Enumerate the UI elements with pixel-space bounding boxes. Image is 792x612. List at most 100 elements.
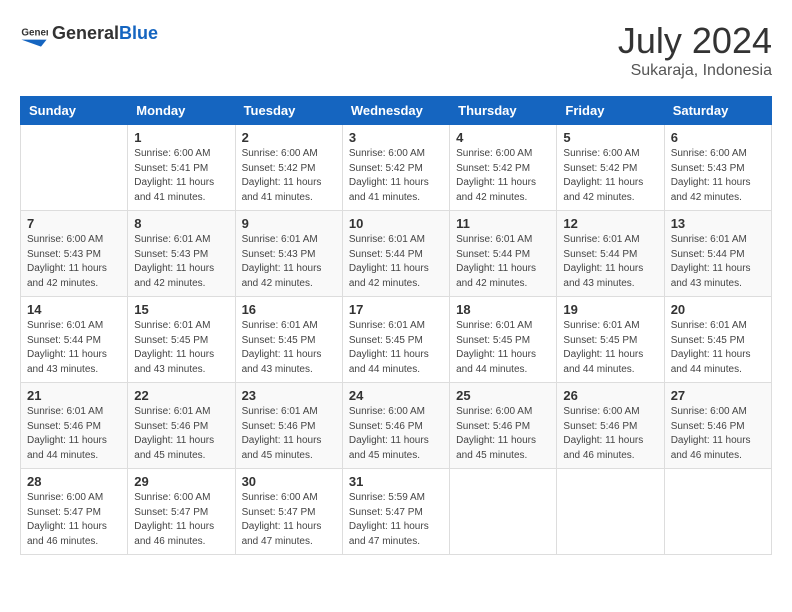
title-block: July 2024 Sukaraja, Indonesia — [618, 20, 772, 80]
calendar-cell: 3 Sunrise: 6:00 AMSunset: 5:42 PMDaylight… — [342, 125, 449, 211]
day-number: 6 — [671, 130, 765, 145]
day-number: 19 — [563, 302, 657, 317]
day-number: 16 — [242, 302, 336, 317]
calendar-week-row: 21 Sunrise: 6:01 AMSunset: 5:46 PMDayligh… — [21, 383, 772, 469]
day-info: Sunrise: 6:00 AMSunset: 5:41 PMDaylight:… — [134, 147, 228, 205]
weekday-header-saturday: Saturday — [664, 97, 771, 125]
day-info: Sunrise: 6:01 AMSunset: 5:46 PMDaylight:… — [242, 405, 336, 463]
day-info: Sunrise: 6:00 AMSunset: 5:47 PMDaylight:… — [242, 491, 336, 549]
calendar-cell — [557, 469, 664, 555]
calendar-cell — [21, 125, 128, 211]
calendar-cell: 20 Sunrise: 6:01 AMSunset: 5:45 PMDayligh… — [664, 297, 771, 383]
calendar-cell: 13Sunrise: 6:01 AMSunset: 5:44 PMDayligh… — [664, 211, 771, 297]
day-number: 27 — [671, 388, 765, 403]
day-number: 5 — [563, 130, 657, 145]
calendar-cell: 29 Sunrise: 6:00 AMSunset: 5:47 PMDayligh… — [128, 469, 235, 555]
calendar-week-row: 7Sunrise: 6:00 AMSunset: 5:43 PMDaylight… — [21, 211, 772, 297]
day-info: Sunrise: 6:00 AMSunset: 5:43 PMDaylight:… — [671, 147, 765, 205]
day-number: 2 — [242, 130, 336, 145]
day-info: Sunrise: 6:01 AMSunset: 5:44 PMDaylight:… — [563, 233, 657, 291]
day-info: Sunrise: 6:00 AMSunset: 5:46 PMDaylight:… — [349, 405, 443, 463]
calendar-cell: 12 Sunrise: 6:01 AMSunset: 5:44 PMDayligh… — [557, 211, 664, 297]
calendar-cell: 25 Sunrise: 6:00 AMSunset: 5:46 PMDayligh… — [450, 383, 557, 469]
day-number: 15 — [134, 302, 228, 317]
day-number: 21 — [27, 388, 121, 403]
svg-text:General: General — [21, 27, 48, 38]
calendar-week-row: 28 Sunrise: 6:00 AMSunset: 5:47 PMDayligh… — [21, 469, 772, 555]
day-number: 17 — [349, 302, 443, 317]
logo: General GeneralBlue — [20, 20, 158, 48]
calendar-cell: 26 Sunrise: 6:00 AMSunset: 5:46 PMDayligh… — [557, 383, 664, 469]
calendar-cell: 18 Sunrise: 6:01 AMSunset: 5:45 PMDayligh… — [450, 297, 557, 383]
weekday-header-sunday: Sunday — [21, 97, 128, 125]
day-number: 22 — [134, 388, 228, 403]
weekday-header-tuesday: Tuesday — [235, 97, 342, 125]
location-subtitle: Sukaraja, Indonesia — [618, 62, 772, 80]
calendar-cell: 16 Sunrise: 6:01 AMSunset: 5:45 PMDayligh… — [235, 297, 342, 383]
day-number: 4 — [456, 130, 550, 145]
day-info: Sunrise: 6:01 AMSunset: 5:45 PMDaylight:… — [671, 319, 765, 377]
day-number: 24 — [349, 388, 443, 403]
day-number: 25 — [456, 388, 550, 403]
calendar-cell: 30 Sunrise: 6:00 AMSunset: 5:47 PMDayligh… — [235, 469, 342, 555]
weekday-header-thursday: Thursday — [450, 97, 557, 125]
day-info: Sunrise: 6:00 AMSunset: 5:47 PMDaylight:… — [134, 491, 228, 549]
day-number: 18 — [456, 302, 550, 317]
day-info: Sunrise: 6:01 AMSunset: 5:45 PMDaylight:… — [563, 319, 657, 377]
day-number: 28 — [27, 474, 121, 489]
day-info: Sunrise: 6:00 AMSunset: 5:46 PMDaylight:… — [563, 405, 657, 463]
calendar-cell — [664, 469, 771, 555]
day-info: Sunrise: 6:01 AMSunset: 5:44 PMDaylight:… — [456, 233, 550, 291]
day-info: Sunrise: 6:00 AMSunset: 5:47 PMDaylight:… — [27, 491, 121, 549]
day-number: 20 — [671, 302, 765, 317]
day-info: Sunrise: 6:01 AMSunset: 5:46 PMDaylight:… — [134, 405, 228, 463]
day-info: Sunrise: 6:01 AMSunset: 5:44 PMDaylight:… — [349, 233, 443, 291]
calendar-cell: 14 Sunrise: 6:01 AMSunset: 5:44 PMDayligh… — [21, 297, 128, 383]
weekday-header-row: SundayMondayTuesdayWednesdayThursdayFrid… — [21, 97, 772, 125]
day-info: Sunrise: 6:01 AMSunset: 5:43 PMDaylight:… — [242, 233, 336, 291]
day-info: Sunrise: 6:01 AMSunset: 5:45 PMDaylight:… — [242, 319, 336, 377]
calendar-cell: 15 Sunrise: 6:01 AMSunset: 5:45 PMDayligh… — [128, 297, 235, 383]
day-info: Sunrise: 6:00 AMSunset: 5:46 PMDaylight:… — [456, 405, 550, 463]
calendar-week-row: 14 Sunrise: 6:01 AMSunset: 5:44 PMDayligh… — [21, 297, 772, 383]
day-info: Sunrise: 6:01 AMSunset: 5:44 PMDaylight:… — [671, 233, 765, 291]
calendar-cell: 31 Sunrise: 5:59 AMSunset: 5:47 PMDayligh… — [342, 469, 449, 555]
day-info: Sunrise: 6:01 AMSunset: 5:43 PMDaylight:… — [134, 233, 228, 291]
calendar-cell: 24 Sunrise: 6:00 AMSunset: 5:46 PMDayligh… — [342, 383, 449, 469]
day-number: 11 — [456, 216, 550, 231]
day-info: Sunrise: 6:00 AMSunset: 5:42 PMDaylight:… — [456, 147, 550, 205]
day-info: Sunrise: 6:01 AMSunset: 5:45 PMDaylight:… — [349, 319, 443, 377]
calendar-cell: 17 Sunrise: 6:01 AMSunset: 5:45 PMDayligh… — [342, 297, 449, 383]
weekday-header-monday: Monday — [128, 97, 235, 125]
day-info: Sunrise: 6:01 AMSunset: 5:45 PMDaylight:… — [456, 319, 550, 377]
day-info: Sunrise: 6:00 AMSunset: 5:42 PMDaylight:… — [349, 147, 443, 205]
day-info: Sunrise: 6:01 AMSunset: 5:44 PMDaylight:… — [27, 319, 121, 377]
calendar-cell: 5Sunrise: 6:00 AMSunset: 5:42 PMDaylight… — [557, 125, 664, 211]
day-number: 31 — [349, 474, 443, 489]
calendar-cell: 11 Sunrise: 6:01 AMSunset: 5:44 PMDayligh… — [450, 211, 557, 297]
day-info: Sunrise: 6:01 AMSunset: 5:45 PMDaylight:… — [134, 319, 228, 377]
weekday-header-friday: Friday — [557, 97, 664, 125]
weekday-header-wednesday: Wednesday — [342, 97, 449, 125]
day-number: 30 — [242, 474, 336, 489]
day-info: Sunrise: 6:00 AMSunset: 5:46 PMDaylight:… — [671, 405, 765, 463]
calendar-cell: 27 Sunrise: 6:00 AMSunset: 5:46 PMDayligh… — [664, 383, 771, 469]
day-number: 7 — [27, 216, 121, 231]
month-year-title: July 2024 — [618, 20, 772, 62]
calendar-cell: 7Sunrise: 6:00 AMSunset: 5:43 PMDaylight… — [21, 211, 128, 297]
day-number: 29 — [134, 474, 228, 489]
day-info: Sunrise: 6:01 AMSunset: 5:46 PMDaylight:… — [27, 405, 121, 463]
day-number: 14 — [27, 302, 121, 317]
logo-blue-text: Blue — [119, 24, 158, 44]
day-info: Sunrise: 6:00 AMSunset: 5:42 PMDaylight:… — [242, 147, 336, 205]
day-number: 23 — [242, 388, 336, 403]
day-number: 26 — [563, 388, 657, 403]
calendar-cell: 28 Sunrise: 6:00 AMSunset: 5:47 PMDayligh… — [21, 469, 128, 555]
calendar-table: SundayMondayTuesdayWednesdayThursdayFrid… — [20, 96, 772, 555]
day-number: 12 — [563, 216, 657, 231]
calendar-cell: 1Sunrise: 6:00 AMSunset: 5:41 PMDaylight… — [128, 125, 235, 211]
day-info: Sunrise: 5:59 AMSunset: 5:47 PMDaylight:… — [349, 491, 443, 549]
day-number: 3 — [349, 130, 443, 145]
logo-general-text: General — [52, 24, 119, 44]
calendar-cell: 9Sunrise: 6:01 AMSunset: 5:43 PMDaylight… — [235, 211, 342, 297]
